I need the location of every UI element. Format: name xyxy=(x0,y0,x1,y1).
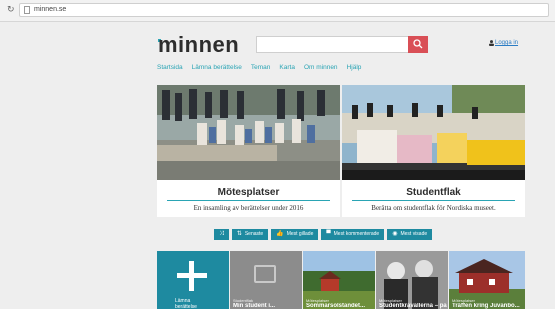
tile-caption: Mötesplatser Sommarsolståndet... xyxy=(306,298,374,309)
nav-item-lamna-berattelse[interactable]: Lämna berättelse xyxy=(192,64,242,71)
tile-title[interactable]: Min student i... xyxy=(233,303,301,309)
search-icon xyxy=(413,39,423,49)
shuffle-button[interactable]: ⤨ xyxy=(214,229,229,240)
thumbs-up-icon: 👍 xyxy=(276,231,284,237)
featured-image-studentflak[interactable] xyxy=(342,85,525,180)
nav-item-hjalp[interactable]: Hjälp xyxy=(347,64,362,71)
filter-most-commented-button[interactable]: ▀ Mest kommenterade xyxy=(321,229,385,240)
address-bar[interactable]: minnen.se xyxy=(19,3,549,17)
sort-icon: ⇅ xyxy=(236,231,242,237)
filter-label: Senaste xyxy=(244,231,264,237)
url-text[interactable]: minnen.se xyxy=(34,5,66,15)
tile-title[interactable]: Sommarsolståndet... xyxy=(306,303,374,309)
eye-icon: ◉ xyxy=(392,231,398,237)
reload-icon[interactable]: ↻ xyxy=(7,5,16,14)
story-tile[interactable]: Mötesplatser Studentkravallerna – påkost… xyxy=(376,251,448,309)
tile-caption: Studentflak Min student i... xyxy=(233,298,301,309)
search-button[interactable] xyxy=(408,36,428,53)
main-nav: Startsida Lämna berättelse Teman Karta O… xyxy=(157,64,361,71)
featured-card-studentflak[interactable]: Studentflak Berätta om studentflak för N… xyxy=(342,85,525,217)
filter-label: Mest kommenterade xyxy=(333,231,380,237)
add-story-tile[interactable]: Lämna berättelse xyxy=(157,251,229,309)
login-link[interactable]: Logga in xyxy=(495,40,518,46)
sort-filter-bar: ⤨ ⇅ Senaste 👍 Mest gillade ▀ Mest kommen… xyxy=(214,229,433,240)
shuffle-icon: ⤨ xyxy=(219,231,224,237)
filter-label: Mest visade xyxy=(400,231,428,237)
image-placeholder-icon xyxy=(254,265,276,283)
tile-category: Mötesplatser xyxy=(379,298,402,303)
search-input[interactable] xyxy=(256,36,408,53)
plus-icon xyxy=(177,261,207,291)
tile-category: Mötesplatser xyxy=(452,298,475,303)
tile-category: Studentflak xyxy=(233,298,254,303)
story-tile[interactable]: Studentflak Min student i... xyxy=(230,251,302,309)
story-tile[interactable]: Mötesplatser Träffen kring Juvanbo... xyxy=(449,251,525,309)
tile-title[interactable]: Studentkravallerna – påkostade... xyxy=(379,303,447,309)
featured-title[interactable]: Mötesplatser xyxy=(157,187,340,198)
tile-title[interactable]: Träffen kring Juvanbo... xyxy=(452,303,520,309)
site-logo[interactable]: minnen xyxy=(158,32,239,58)
filter-latest-button[interactable]: ⇅ Senaste xyxy=(231,229,269,240)
add-story-label: Lämna berättelse xyxy=(175,298,197,309)
featured-image-motesplatser[interactable] xyxy=(157,85,340,180)
divider xyxy=(167,200,330,201)
featured-title[interactable]: Studentflak xyxy=(342,187,525,198)
browser-toolbar: ↻ minnen.se xyxy=(0,0,555,22)
story-tile[interactable]: Mötesplatser Sommarsolståndet... xyxy=(303,251,375,309)
user-icon xyxy=(489,40,494,46)
nav-item-teman[interactable]: Teman xyxy=(251,64,271,71)
tile-caption: Mötesplatser Studentkravallerna – påkost… xyxy=(379,298,447,309)
nav-item-startsida[interactable]: Startsida xyxy=(157,64,183,71)
tile-category: Mötesplatser xyxy=(306,298,329,303)
filter-most-liked-button[interactable]: 👍 Mest gillade xyxy=(271,229,319,240)
divider xyxy=(352,200,515,201)
filter-label: Mest gillade xyxy=(286,231,314,237)
page: minnen Logga in Startsida Lämna berättel… xyxy=(0,22,555,309)
featured-subtitle: Berätta om studentflak för Nordiska muse… xyxy=(371,204,496,212)
filter-most-viewed-button[interactable]: ◉ Mest visade xyxy=(387,229,433,240)
nav-item-karta[interactable]: Karta xyxy=(279,64,295,71)
nav-item-om-minnen[interactable]: Om minnen xyxy=(304,64,338,71)
featured-card-motesplatser[interactable]: Mötesplatser En insamling av berättelser… xyxy=(157,85,340,217)
comment-icon: ▀ xyxy=(326,231,331,237)
tile-caption: Mötesplatser Träffen kring Juvanbo... xyxy=(452,298,520,309)
featured-subtitle: En insamling av berättelser under 2016 xyxy=(193,204,304,212)
page-icon xyxy=(24,6,30,14)
